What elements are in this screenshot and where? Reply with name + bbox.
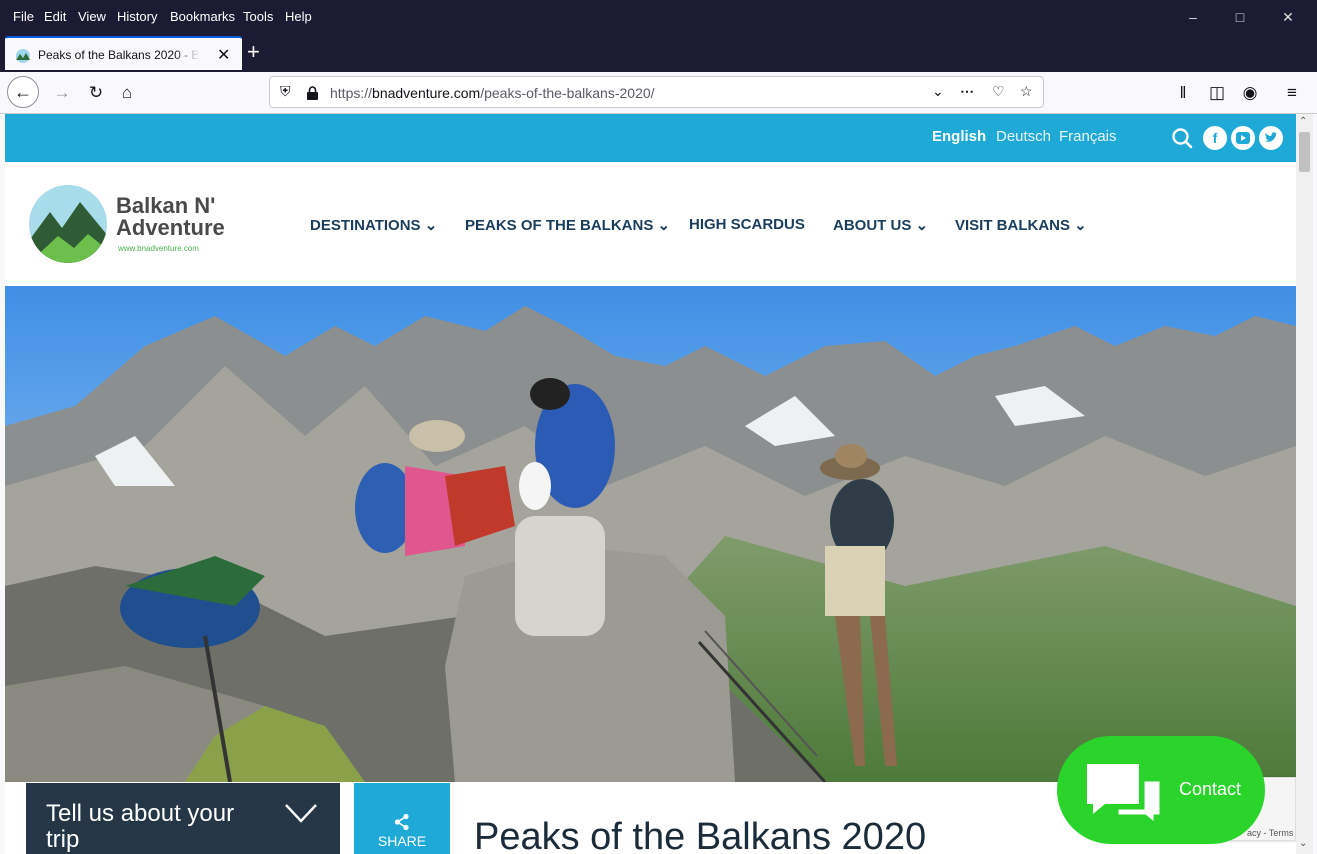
language-deutsch[interactable]: Deutsch: [996, 128, 1051, 145]
nav-peaks-of-the-balkans[interactable]: PEAKS OF THE BALKANS ⌄: [465, 216, 670, 234]
language-francais[interactable]: Français: [1059, 128, 1117, 145]
nav-visit-balkans[interactable]: VISIT BALKANS ⌄: [955, 216, 1087, 234]
lock-icon[interactable]: [306, 86, 319, 100]
tab-title: Peaks of the Balkans 2020 - Balkan N' Ad…: [38, 48, 198, 62]
library-icon[interactable]: ‖: [1171, 81, 1195, 105]
shield-icon[interactable]: ⛨: [280, 83, 291, 100]
contact-button[interactable]: Contact: [1057, 736, 1265, 844]
menu-edit[interactable]: Edit: [44, 9, 66, 24]
url-text[interactable]: https://bnadventure.com/peaks-of-the-bal…: [330, 85, 655, 101]
search-icon[interactable]: [1170, 126, 1194, 150]
hamburger-menu-icon[interactable]: ≡: [1280, 81, 1304, 105]
tab-title-fade: [175, 46, 200, 66]
close-window-icon[interactable]: ✕: [1265, 0, 1311, 34]
menu-bookmarks[interactable]: Bookmarks: [170, 9, 235, 24]
youtube-icon[interactable]: [1231, 126, 1255, 150]
chat-icon: [1087, 764, 1163, 828]
forward-arrow-icon[interactable]: →: [50, 81, 74, 105]
navigation-toolbar: ← → ↻ ⌂ ⛨ https://bnadventure.com/peaks-…: [0, 72, 1317, 114]
sidebar-icon[interactable]: ◫: [1205, 81, 1229, 105]
menu-bar: File Edit View History Bookmarks Tools H…: [0, 0, 1317, 34]
twitter-icon[interactable]: [1259, 126, 1283, 150]
maximize-icon[interactable]: □: [1217, 0, 1263, 34]
contact-label: Contact: [1179, 779, 1242, 799]
tab-strip: Peaks of the Balkans 2020 - Balkan N' Ad…: [0, 34, 1317, 72]
back-arrow-icon[interactable]: ←: [7, 76, 39, 108]
trip-planner-panel[interactable]: Tell us about your trip: [26, 783, 340, 854]
browser-window: File Edit View History Bookmarks Tools H…: [0, 0, 1317, 854]
hero-image: [5, 286, 1296, 782]
top-bar: English Deutsch Français f: [5, 114, 1296, 162]
language-english[interactable]: English: [932, 128, 986, 145]
nav-high-scardus[interactable]: HIGH SCARDUS: [689, 216, 805, 233]
share-button[interactable]: SHARE: [354, 783, 450, 854]
page-actions-icon[interactable]: ⋯: [960, 83, 974, 100]
mountain-favicon-icon: [16, 49, 30, 63]
nav-about-us[interactable]: ABOUT US ⌄: [833, 216, 928, 234]
scroll-thumb[interactable]: [1299, 132, 1310, 172]
share-icon: [394, 813, 409, 831]
minimize-icon[interactable]: –: [1170, 0, 1216, 34]
url-bar[interactable]: ⛨ https://bnadventure.com/peaks-of-the-b…: [269, 76, 1044, 108]
menu-view[interactable]: View: [78, 9, 106, 24]
account-icon[interactable]: ◉: [1238, 81, 1262, 105]
recaptcha-terms[interactable]: acy - Terms: [1247, 828, 1293, 838]
tab-close-icon[interactable]: ✕: [217, 45, 230, 65]
share-label: SHARE: [377, 833, 427, 849]
pocket-icon[interactable]: ♡: [992, 83, 1005, 100]
scroll-down-icon[interactable]: ⌄: [1299, 838, 1307, 849]
chevron-down-icon[interactable]: [284, 801, 318, 825]
bookmark-star-icon[interactable]: ☆: [1020, 83, 1033, 100]
active-tab[interactable]: Peaks of the Balkans 2020 - Balkan N' Ad…: [5, 36, 242, 70]
page-scrollbar[interactable]: ⌃ ⌄: [1296, 114, 1313, 854]
menu-history[interactable]: History: [117, 9, 157, 24]
menu-file[interactable]: File: [13, 9, 34, 24]
logo-url: www.bnadventure.com: [118, 244, 199, 253]
reload-icon[interactable]: ↻: [84, 81, 108, 105]
new-tab-icon[interactable]: +: [247, 39, 260, 65]
site-header: Balkan N' Adventure www.bnadventure.com …: [5, 162, 1296, 286]
menu-tools[interactable]: Tools: [243, 9, 273, 24]
logo-text[interactable]: Balkan N' Adventure: [116, 195, 225, 239]
logo-mountain-icon[interactable]: [28, 184, 108, 264]
chevron-down-icon[interactable]: ⌄: [932, 83, 944, 100]
trip-planner-label: Tell us about your trip: [46, 800, 235, 853]
home-icon[interactable]: ⌂: [115, 81, 139, 105]
nav-destinations[interactable]: DESTINATIONS ⌄: [310, 216, 437, 234]
page-title: Peaks of the Balkans 2020: [474, 816, 927, 854]
menu-help[interactable]: Help: [285, 9, 312, 24]
scroll-up-icon[interactable]: ⌃: [1299, 116, 1307, 127]
facebook-icon[interactable]: f: [1203, 126, 1227, 150]
page-viewport: English Deutsch Français f Balkan N' Adv…: [5, 114, 1296, 854]
